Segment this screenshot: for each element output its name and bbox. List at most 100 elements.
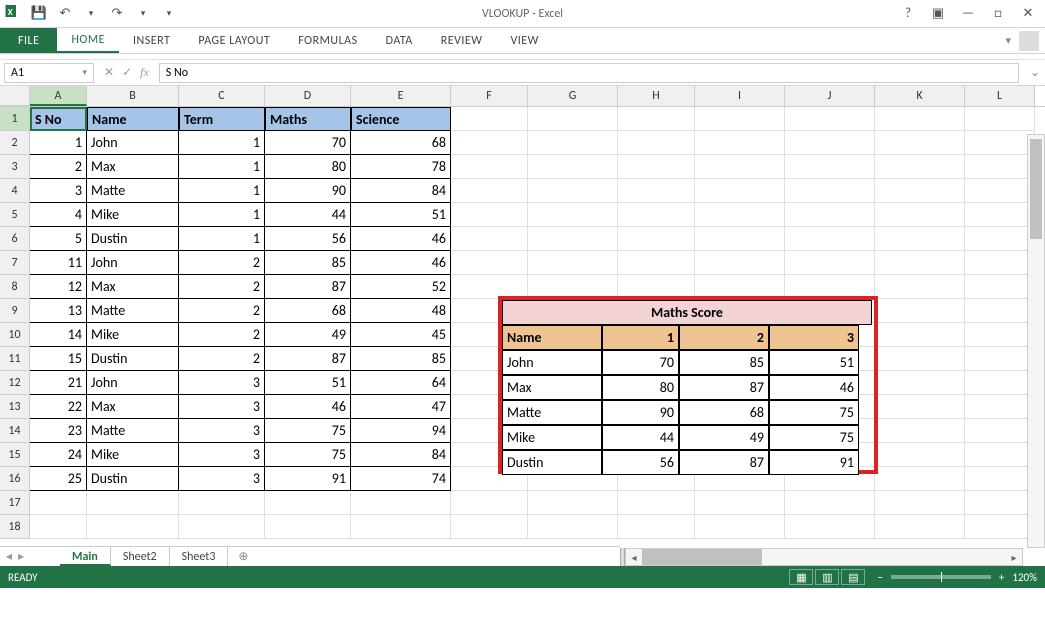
rowhead[interactable]: 7 bbox=[0, 251, 30, 275]
cell[interactable] bbox=[875, 155, 965, 179]
cell[interactable] bbox=[965, 155, 1035, 179]
cell[interactable] bbox=[875, 395, 965, 419]
sheet-tab-main[interactable]: Main bbox=[60, 547, 111, 566]
colhead-d[interactable]: D bbox=[265, 86, 351, 106]
cell[interactable]: 87 bbox=[265, 347, 351, 371]
overlay-title[interactable]: Maths Score bbox=[502, 300, 872, 325]
cell[interactable]: 84 bbox=[351, 179, 451, 203]
collapse-ribbon-icon[interactable]: ▾ bbox=[1005, 34, 1011, 47]
cell[interactable] bbox=[528, 179, 618, 203]
cell[interactable]: 48 bbox=[351, 299, 451, 323]
cell[interactable]: 74 bbox=[351, 467, 451, 491]
cell[interactable]: Dustin bbox=[87, 347, 179, 371]
cell[interactable]: Mike bbox=[87, 443, 179, 467]
cell[interactable] bbox=[179, 515, 265, 539]
overlay-cell[interactable]: 75 bbox=[769, 400, 859, 425]
formulas-tab[interactable]: FORMULAS bbox=[284, 28, 371, 53]
cell[interactable] bbox=[875, 515, 965, 539]
cell[interactable] bbox=[351, 491, 451, 515]
cell[interactable]: 44 bbox=[265, 203, 351, 227]
cell[interactable]: 3 bbox=[179, 467, 265, 491]
cell[interactable] bbox=[618, 491, 695, 515]
new-sheet-icon[interactable]: ⊕ bbox=[228, 549, 258, 564]
sheet-nav-prev-icon[interactable]: ◂ bbox=[6, 549, 12, 564]
cell[interactable]: John bbox=[87, 371, 179, 395]
cell[interactable]: 68 bbox=[265, 299, 351, 323]
zoom-slider[interactable] bbox=[891, 575, 991, 579]
cell[interactable] bbox=[618, 515, 695, 539]
cell[interactable] bbox=[451, 515, 528, 539]
rowhead[interactable]: 6 bbox=[0, 227, 30, 251]
cell[interactable] bbox=[965, 131, 1035, 155]
cell[interactable] bbox=[965, 419, 1035, 443]
cell[interactable] bbox=[30, 515, 87, 539]
sheet-tab-sheet2[interactable]: Sheet2 bbox=[111, 547, 170, 566]
cell[interactable] bbox=[965, 515, 1035, 539]
cell[interactable]: 15 bbox=[30, 347, 87, 371]
cell[interactable]: 2 bbox=[179, 323, 265, 347]
cell[interactable]: 85 bbox=[265, 251, 351, 275]
cell[interactable]: 3 bbox=[179, 443, 265, 467]
cell[interactable] bbox=[30, 491, 87, 515]
minimize-icon[interactable]: — bbox=[959, 5, 977, 23]
cell[interactable]: John bbox=[87, 251, 179, 275]
sheet-nav-next-icon[interactable]: ▸ bbox=[18, 549, 24, 564]
cell[interactable] bbox=[875, 107, 965, 131]
cell[interactable] bbox=[695, 251, 785, 275]
overlay-cell[interactable]: Matte bbox=[502, 400, 602, 425]
scroll-left-icon[interactable]: ◂ bbox=[626, 551, 642, 564]
cell[interactable] bbox=[528, 515, 618, 539]
undo-icon[interactable]: ↶ bbox=[56, 5, 74, 23]
cell[interactable]: 12 bbox=[30, 275, 87, 299]
zoom-level[interactable]: 120% bbox=[1012, 571, 1037, 584]
cell[interactable]: 25 bbox=[30, 467, 87, 491]
rowhead[interactable]: 16 bbox=[0, 467, 30, 491]
cell[interactable] bbox=[785, 251, 875, 275]
cell[interactable]: 46 bbox=[351, 227, 451, 251]
cell[interactable] bbox=[695, 203, 785, 227]
cell[interactable]: 45 bbox=[351, 323, 451, 347]
cell[interactable]: 3 bbox=[179, 371, 265, 395]
cell[interactable] bbox=[875, 323, 965, 347]
cell[interactable] bbox=[87, 515, 179, 539]
cell[interactable] bbox=[785, 227, 875, 251]
cell[interactable]: Max bbox=[87, 275, 179, 299]
cell[interactable]: 46 bbox=[265, 395, 351, 419]
view-tab[interactable]: VIEW bbox=[496, 28, 552, 53]
overlay-cell[interactable]: 46 bbox=[769, 375, 859, 400]
scroll-right-icon[interactable]: ▸ bbox=[1006, 551, 1022, 564]
cell[interactable] bbox=[451, 179, 528, 203]
cell[interactable]: 70 bbox=[265, 131, 351, 155]
rowhead[interactable]: 17 bbox=[0, 491, 30, 515]
normal-view-icon[interactable]: ▦ bbox=[789, 569, 813, 585]
cell[interactable] bbox=[785, 107, 875, 131]
cell[interactable]: 11 bbox=[30, 251, 87, 275]
cell[interactable] bbox=[785, 179, 875, 203]
cell[interactable] bbox=[695, 155, 785, 179]
cell[interactable] bbox=[528, 491, 618, 515]
cell[interactable]: 4 bbox=[30, 203, 87, 227]
cell[interactable] bbox=[965, 179, 1035, 203]
cell[interactable]: 1 bbox=[179, 203, 265, 227]
cell[interactable]: 52 bbox=[351, 275, 451, 299]
cell[interactable] bbox=[785, 275, 875, 299]
chevron-down-icon[interactable]: ▾ bbox=[82, 67, 87, 78]
rowhead[interactable]: 2 bbox=[0, 131, 30, 155]
colhead-j[interactable]: J bbox=[785, 86, 875, 106]
cell[interactable]: 87 bbox=[265, 275, 351, 299]
cancel-icon[interactable]: ✕ bbox=[104, 65, 114, 80]
rowhead[interactable]: 1 bbox=[0, 107, 30, 131]
colhead-a[interactable]: A bbox=[30, 86, 87, 106]
cell[interactable] bbox=[695, 275, 785, 299]
cell[interactable] bbox=[528, 203, 618, 227]
cell[interactable] bbox=[965, 275, 1035, 299]
overlay-col[interactable]: 2 bbox=[679, 325, 769, 350]
cell[interactable] bbox=[875, 179, 965, 203]
colhead-k[interactable]: K bbox=[875, 86, 965, 106]
cell[interactable]: 64 bbox=[351, 371, 451, 395]
ribbon-display-icon[interactable]: ▣ bbox=[929, 5, 947, 23]
cell[interactable]: 49 bbox=[265, 323, 351, 347]
cell[interactable]: 1 bbox=[179, 131, 265, 155]
redo-icon[interactable]: ↷ bbox=[108, 5, 126, 23]
cell[interactable]: 47 bbox=[351, 395, 451, 419]
